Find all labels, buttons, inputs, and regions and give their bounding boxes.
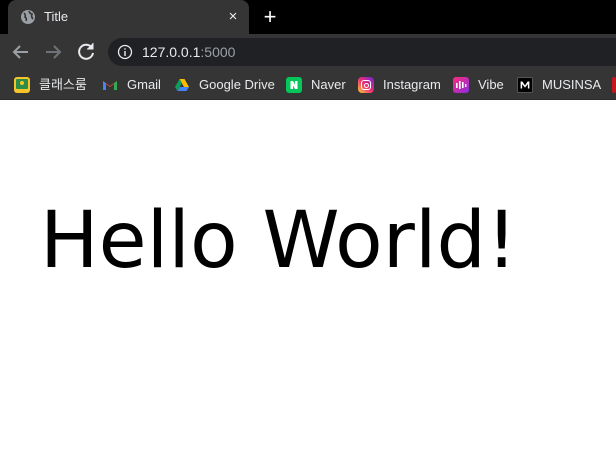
bookmark-gmail[interactable]: Gmail <box>102 76 161 94</box>
address-url[interactable]: 127.0.0.1:5000 <box>142 44 235 60</box>
page-content: Hello World! <box>0 101 616 467</box>
vibe-icon <box>453 77 469 93</box>
bookmark-label: Instagram <box>383 77 441 92</box>
url-host: 127.0.0.1 <box>142 44 201 60</box>
reload-icon[interactable] <box>74 40 98 64</box>
bookmark-label: 클래스룸 <box>39 77 87 92</box>
tab-active[interactable]: Title × <box>8 0 249 34</box>
bookmark-instagram[interactable]: Instagram <box>358 76 441 94</box>
address-bar[interactable]: 127.0.0.1:5000 <box>108 38 616 66</box>
page-heading: Hello World! <box>40 196 518 286</box>
globe-icon <box>21 10 35 24</box>
browser-toolbar: 127.0.0.1:5000 <box>0 34 616 70</box>
bookmark-overflow-partial[interactable] <box>612 76 616 94</box>
tab-title: Title <box>44 9 69 24</box>
google-classroom-icon <box>14 77 30 93</box>
bookmark-label: Google Drive <box>199 77 275 92</box>
gmail-icon <box>103 81 117 90</box>
bookmark-naver[interactable]: Naver <box>286 76 346 94</box>
bookmark-label: MUSINSA <box>542 77 602 92</box>
bookmarks-bar: 클래스룸 Gmail Google Drive Naver Instagram <box>0 70 616 100</box>
bookmark-google-drive[interactable]: Google Drive <box>174 76 275 94</box>
forward-arrow-icon[interactable] <box>41 40 65 64</box>
bookmark-musinsa[interactable]: MUSINSA <box>517 76 601 94</box>
bookmark-partial-icon <box>612 77 616 93</box>
url-port: :5000 <box>200 44 236 60</box>
naver-icon <box>286 77 302 93</box>
instagram-icon <box>358 77 374 93</box>
new-tab-button[interactable]: + <box>258 6 282 30</box>
bookmark-label: Naver <box>311 77 346 92</box>
bookmark-label: Gmail <box>127 77 161 92</box>
tab-strip: Title × + <box>0 0 616 34</box>
bookmark-vibe[interactable]: Vibe <box>453 76 504 94</box>
close-tab-icon[interactable]: × <box>224 8 242 26</box>
site-info-icon[interactable] <box>117 44 133 60</box>
back-arrow-icon[interactable] <box>9 40 33 64</box>
google-drive-icon <box>175 79 189 91</box>
bookmark-label: Vibe <box>478 77 504 92</box>
musinsa-icon <box>517 77 533 93</box>
bookmark-classroom[interactable]: 클래스룸 <box>14 76 87 94</box>
